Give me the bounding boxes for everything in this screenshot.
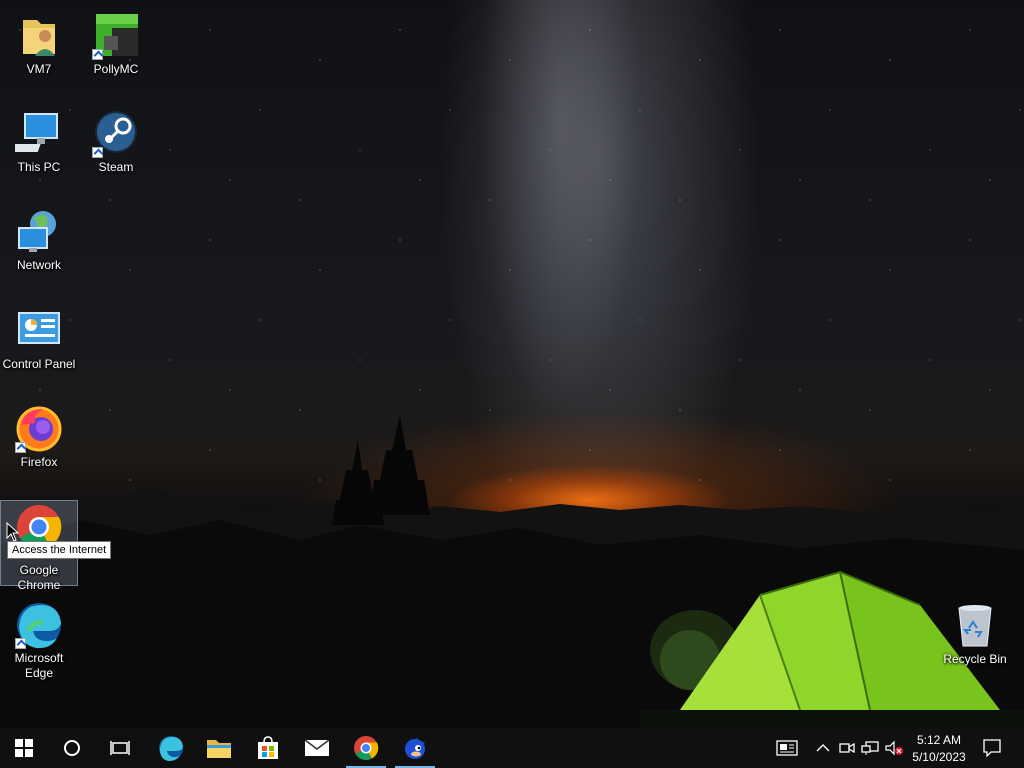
video-camera-icon	[839, 742, 855, 754]
firefox-icon	[15, 405, 63, 453]
control-panel-icon	[15, 307, 63, 355]
desktop-icon-this-pc[interactable]: This PC	[1, 110, 77, 175]
taskbar-edge[interactable]	[147, 728, 195, 768]
desktop-icon-firefox[interactable]: Firefox	[1, 405, 77, 470]
recycle-bin-icon	[951, 602, 999, 650]
folder-icon	[207, 740, 231, 758]
task-view-icon	[110, 741, 130, 755]
taskbar-google-chrome[interactable]	[342, 728, 390, 768]
desktop-icon-label: Microsoft Edge	[14, 651, 64, 680]
taskbar-file-explorer[interactable]	[195, 728, 243, 768]
action-center-button[interactable]	[980, 738, 1004, 758]
desktop-icon-label: PollyMC	[93, 62, 139, 76]
tray-meet-now[interactable]	[838, 738, 856, 758]
mail-envelope-icon	[304, 739, 330, 756]
clock-date: 5/10/2023	[912, 750, 966, 764]
edge-icon	[15, 601, 63, 649]
network-monitor-icon	[861, 741, 879, 755]
mouse-cursor-icon	[6, 522, 20, 542]
desktop[interactable]: VM7 PollyMC This PC Steam Network Contro…	[0, 0, 1024, 728]
desktop-icon-label: Firefox	[20, 455, 58, 469]
windows-logo-icon	[15, 739, 33, 757]
desktop-icon-label: Recycle Bin	[943, 652, 1007, 666]
taskbar: 5:12 AM 5/10/2023	[0, 728, 1024, 768]
store-bag-icon	[258, 736, 278, 759]
desktop-icon-network[interactable]: Network	[1, 208, 77, 273]
desktop-icon-steam[interactable]: Steam	[78, 110, 154, 175]
start-button[interactable]	[0, 728, 48, 768]
desktop-icon-pollymc[interactable]: PollyMC	[78, 12, 154, 77]
desktop-icon-label: Network	[16, 258, 61, 272]
desktop-icon-recycle-bin[interactable]: Recycle Bin	[937, 602, 1013, 667]
notification-icon	[983, 739, 1001, 757]
desktop-icon-label: VM7	[26, 62, 52, 76]
taskbar-microsoft-store[interactable]	[244, 728, 292, 768]
shortcut-arrow-icon	[92, 49, 103, 60]
desktop-icon-microsoft-edge[interactable]: Microsoft Edge	[1, 601, 77, 681]
edge-icon	[159, 736, 183, 761]
desktop-icon-label: Control Panel	[2, 357, 76, 371]
tray-volume-muted[interactable]	[884, 738, 904, 758]
steam-icon	[92, 110, 140, 158]
taskbar-mail[interactable]	[293, 728, 341, 768]
desktop-icon-label: This PC	[17, 160, 61, 174]
show-hidden-icons-button[interactable]	[813, 738, 833, 758]
desktop-icon-vm7[interactable]: VM7	[1, 12, 77, 77]
user-folder-icon	[15, 12, 63, 60]
clock-time: 5:12 AM	[916, 733, 962, 747]
task-view-button[interactable]	[96, 728, 144, 768]
pollymc-icon	[92, 12, 140, 60]
desktop-icon-label: Steam	[98, 160, 134, 174]
news-icon	[776, 740, 798, 756]
chrome-tooltip: Access the Internet	[7, 541, 112, 559]
network-globe-icon	[15, 208, 63, 256]
desktop-icon-control-panel[interactable]: Control Panel	[1, 307, 77, 372]
chevron-up-icon	[816, 744, 830, 752]
desktop-icon-label: Google Chrome	[17, 563, 61, 592]
taskbar-running-app[interactable]	[391, 728, 439, 768]
news-widget-button[interactable]	[775, 738, 799, 758]
tray-network[interactable]	[860, 738, 880, 758]
chrome-icon	[354, 736, 379, 761]
shortcut-arrow-icon	[92, 147, 103, 158]
blue-hedgehog-icon	[405, 737, 425, 759]
search-button[interactable]	[48, 728, 96, 768]
search-circle-icon	[64, 740, 80, 756]
taskbar-clock[interactable]: 5:12 AM 5/10/2023	[904, 730, 974, 766]
shortcut-arrow-icon	[15, 442, 26, 453]
shortcut-arrow-icon	[15, 638, 26, 649]
computer-icon	[3, 110, 63, 158]
speaker-muted-icon	[885, 740, 903, 756]
